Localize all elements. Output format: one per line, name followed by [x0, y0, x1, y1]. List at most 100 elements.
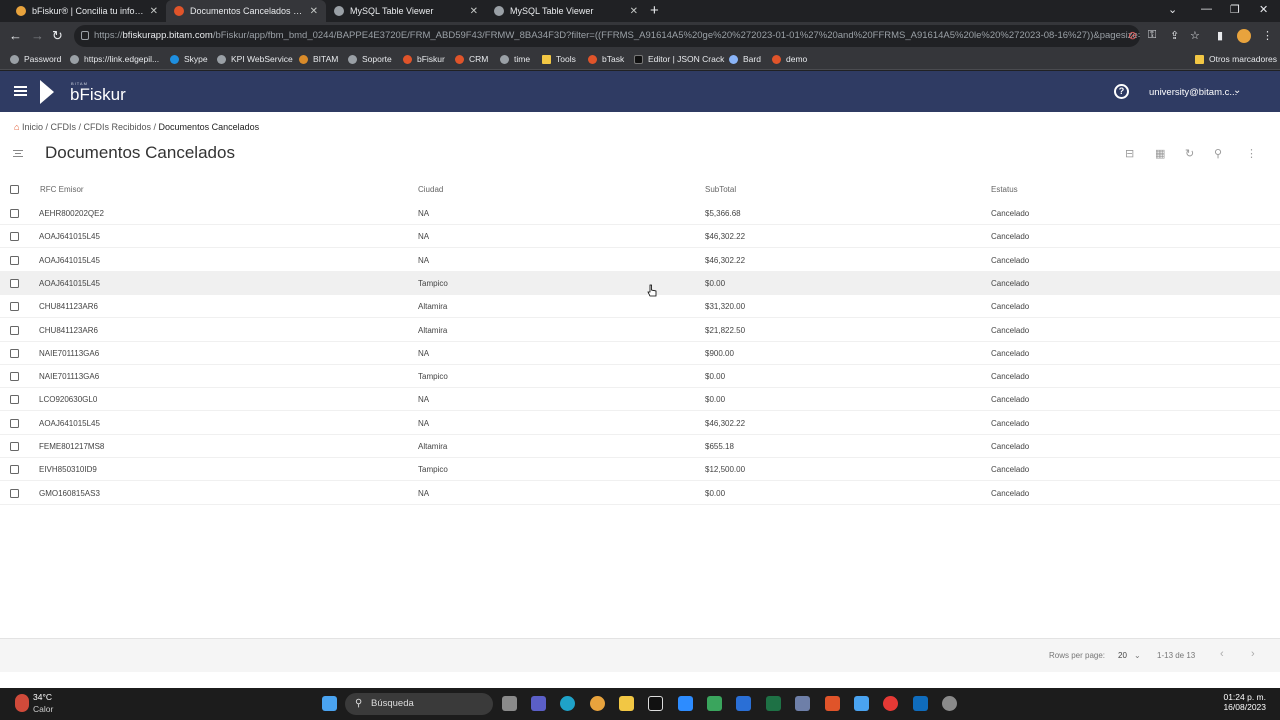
- lock-icon[interactable]: [81, 31, 89, 40]
- taskbar-search[interactable]: ⚲ Búsqueda: [345, 693, 493, 715]
- table-row[interactable]: CHU841123AR6 Altamira $31,320.00 Cancelado: [0, 295, 1280, 319]
- table-row[interactable]: EIVH850310ID9 Tampico $12,500.00 Cancelado: [0, 458, 1280, 482]
- bookmark-item[interactable]: KPI WebService: [217, 54, 293, 64]
- excel-icon[interactable]: [766, 696, 781, 711]
- row-checkbox[interactable]: [10, 302, 19, 312]
- vscode-icon[interactable]: [736, 696, 751, 711]
- brave-icon[interactable]: [825, 696, 840, 711]
- columns-grid-icon[interactable]: ▦: [1155, 147, 1165, 160]
- key-icon[interactable]: ⚿: [1148, 29, 1156, 42]
- zoom-icon[interactable]: [678, 696, 693, 711]
- browser-menu-icon[interactable]: ⋮: [1262, 29, 1273, 42]
- table-row[interactable]: NAIE701113GA6 Tampico $0.00 Cancelado: [0, 365, 1280, 389]
- row-checkbox[interactable]: [10, 465, 19, 475]
- notepad-icon[interactable]: [707, 696, 722, 711]
- more-options-icon[interactable]: ⋮: [1246, 147, 1257, 160]
- breadcrumb-home[interactable]: Inicio: [22, 122, 43, 132]
- network-app-icon[interactable]: [795, 696, 810, 711]
- other-bookmarks[interactable]: Otros marcadores: [1195, 54, 1277, 64]
- outlook-icon[interactable]: [913, 696, 928, 711]
- export-icon[interactable]: ⊟: [1125, 147, 1134, 160]
- table-row[interactable]: AOAJ641015L45 NA $46,302.22 Cancelado: [0, 249, 1280, 272]
- prev-page-icon[interactable]: ‹: [1220, 648, 1224, 660]
- column-header-ciudad[interactable]: Ciudad: [418, 185, 443, 194]
- address-bar[interactable]: https://bfiskurapp.bitam.com/bFiskur/app…: [74, 25, 1140, 47]
- teams-icon[interactable]: [531, 696, 546, 711]
- bookmark-item[interactable]: bTask: [588, 54, 624, 64]
- browser-tab[interactable]: MySQL Table Viewer ✕: [326, 0, 486, 22]
- share-icon[interactable]: ⇪: [1170, 29, 1179, 42]
- youtube-icon[interactable]: [883, 696, 898, 711]
- new-tab-icon[interactable]: +: [650, 2, 659, 19]
- next-page-icon[interactable]: ›: [1251, 648, 1255, 660]
- bookmark-item[interactable]: Tools: [542, 54, 576, 64]
- table-row[interactable]: AOAJ641015L45 Tampico $0.00 Cancelado: [0, 271, 1280, 295]
- row-checkbox[interactable]: [10, 232, 19, 242]
- row-checkbox[interactable]: [10, 372, 19, 382]
- refresh-icon[interactable]: ↻: [1185, 147, 1194, 160]
- row-checkbox[interactable]: [10, 325, 19, 335]
- column-header-rfc[interactable]: RFC Emisor: [40, 185, 84, 194]
- breadcrumb-recibidos[interactable]: CFDIs Recibidos: [84, 122, 152, 132]
- bookmark-item[interactable]: Bard: [729, 54, 761, 64]
- hamburger-menu-icon[interactable]: [14, 86, 27, 96]
- tab-search-chevron-icon[interactable]: ⌄: [1168, 3, 1177, 16]
- user-menu[interactable]: university@bitam.c...: [1149, 87, 1237, 98]
- settings-gear-icon[interactable]: [942, 696, 957, 711]
- table-row[interactable]: NAIE701113GA6 NA $900.00 Cancelado: [0, 342, 1280, 365]
- table-row[interactable]: AOAJ641015L45 NA $46,302.22 Cancelado: [0, 225, 1280, 249]
- browser-tab[interactable]: bFiskur® | Concilia tu informació ✕: [8, 0, 166, 22]
- bookmark-item[interactable]: https://link.edgepil...: [70, 54, 159, 64]
- jetbrains-icon[interactable]: [648, 696, 663, 711]
- bookmark-star-icon[interactable]: ☆: [1190, 29, 1200, 42]
- close-tab-icon[interactable]: ✕: [150, 6, 158, 17]
- row-checkbox[interactable]: [10, 348, 19, 358]
- breadcrumb-cfdis[interactable]: CFDIs: [50, 122, 76, 132]
- table-row[interactable]: FEME801217MS8 Altamira $655.18 Cancelado: [0, 435, 1280, 458]
- forward-icon[interactable]: →: [31, 28, 44, 43]
- bookmark-item[interactable]: BITAM: [299, 54, 338, 64]
- home-icon[interactable]: ⌂: [14, 122, 19, 132]
- row-checkbox[interactable]: [10, 209, 19, 218]
- profile-avatar-icon[interactable]: [1237, 29, 1251, 43]
- bookmark-item[interactable]: Editor | JSON Crack: [634, 54, 724, 64]
- chevron-down-icon[interactable]: ⌄: [1233, 85, 1241, 96]
- weather-thermometer-icon[interactable]: [15, 694, 29, 712]
- edge-icon[interactable]: [560, 696, 575, 711]
- filter-icon[interactable]: [13, 150, 23, 157]
- close-window-icon[interactable]: ✕: [1259, 3, 1268, 16]
- table-row[interactable]: LCO920630GL0 NA $0.00 Cancelado: [0, 388, 1280, 412]
- browser-tab[interactable]: MySQL Table Viewer ✕: [486, 0, 646, 22]
- weather-temperature[interactable]: 34°C: [33, 692, 52, 702]
- task-view-icon[interactable]: [502, 696, 517, 711]
- search-icon[interactable]: ⚲: [1214, 147, 1222, 160]
- reload-icon[interactable]: ↻: [52, 28, 63, 44]
- help-icon[interactable]: ?: [1114, 84, 1129, 99]
- row-checkbox[interactable]: [10, 488, 19, 498]
- column-header-subtotal[interactable]: SubTotal: [705, 185, 736, 194]
- bookmark-item[interactable]: Soporte: [348, 54, 392, 64]
- pencil-app-icon[interactable]: [854, 696, 869, 711]
- side-panel-icon[interactable]: ▮: [1217, 29, 1223, 42]
- row-checkbox[interactable]: [10, 255, 19, 265]
- file-explorer-icon[interactable]: [619, 696, 634, 711]
- close-tab-icon[interactable]: ✕: [470, 6, 478, 17]
- table-row[interactable]: CHU841123AR6 Altamira $21,822.50 Cancelado: [0, 319, 1280, 342]
- row-checkbox[interactable]: [10, 418, 19, 428]
- minimize-icon[interactable]: —: [1201, 3, 1212, 15]
- windows-start-icon[interactable]: [322, 696, 337, 711]
- bookmark-item[interactable]: Password: [10, 54, 61, 64]
- row-checkbox[interactable]: [10, 278, 19, 288]
- system-clock[interactable]: 01:24 p. m. 16/08/2023: [1222, 692, 1266, 712]
- table-row[interactable]: AEHR800202QE2 NA $5,366.68 Cancelado: [0, 202, 1280, 225]
- back-icon[interactable]: ←: [9, 28, 22, 43]
- chevron-down-icon[interactable]: ⌄: [1134, 651, 1141, 660]
- bookmark-item[interactable]: Skype: [170, 54, 208, 64]
- blocked-icon[interactable]: ⊘: [1128, 29, 1137, 42]
- maximize-icon[interactable]: ❐: [1230, 3, 1240, 16]
- chrome-icon[interactable]: [590, 696, 605, 711]
- row-checkbox[interactable]: [10, 395, 19, 405]
- close-tab-icon[interactable]: ✕: [630, 6, 638, 17]
- bookmark-item[interactable]: bFiskur: [403, 54, 445, 64]
- browser-tab-active[interactable]: Documentos Cancelados - bFiscur ✕: [166, 0, 326, 22]
